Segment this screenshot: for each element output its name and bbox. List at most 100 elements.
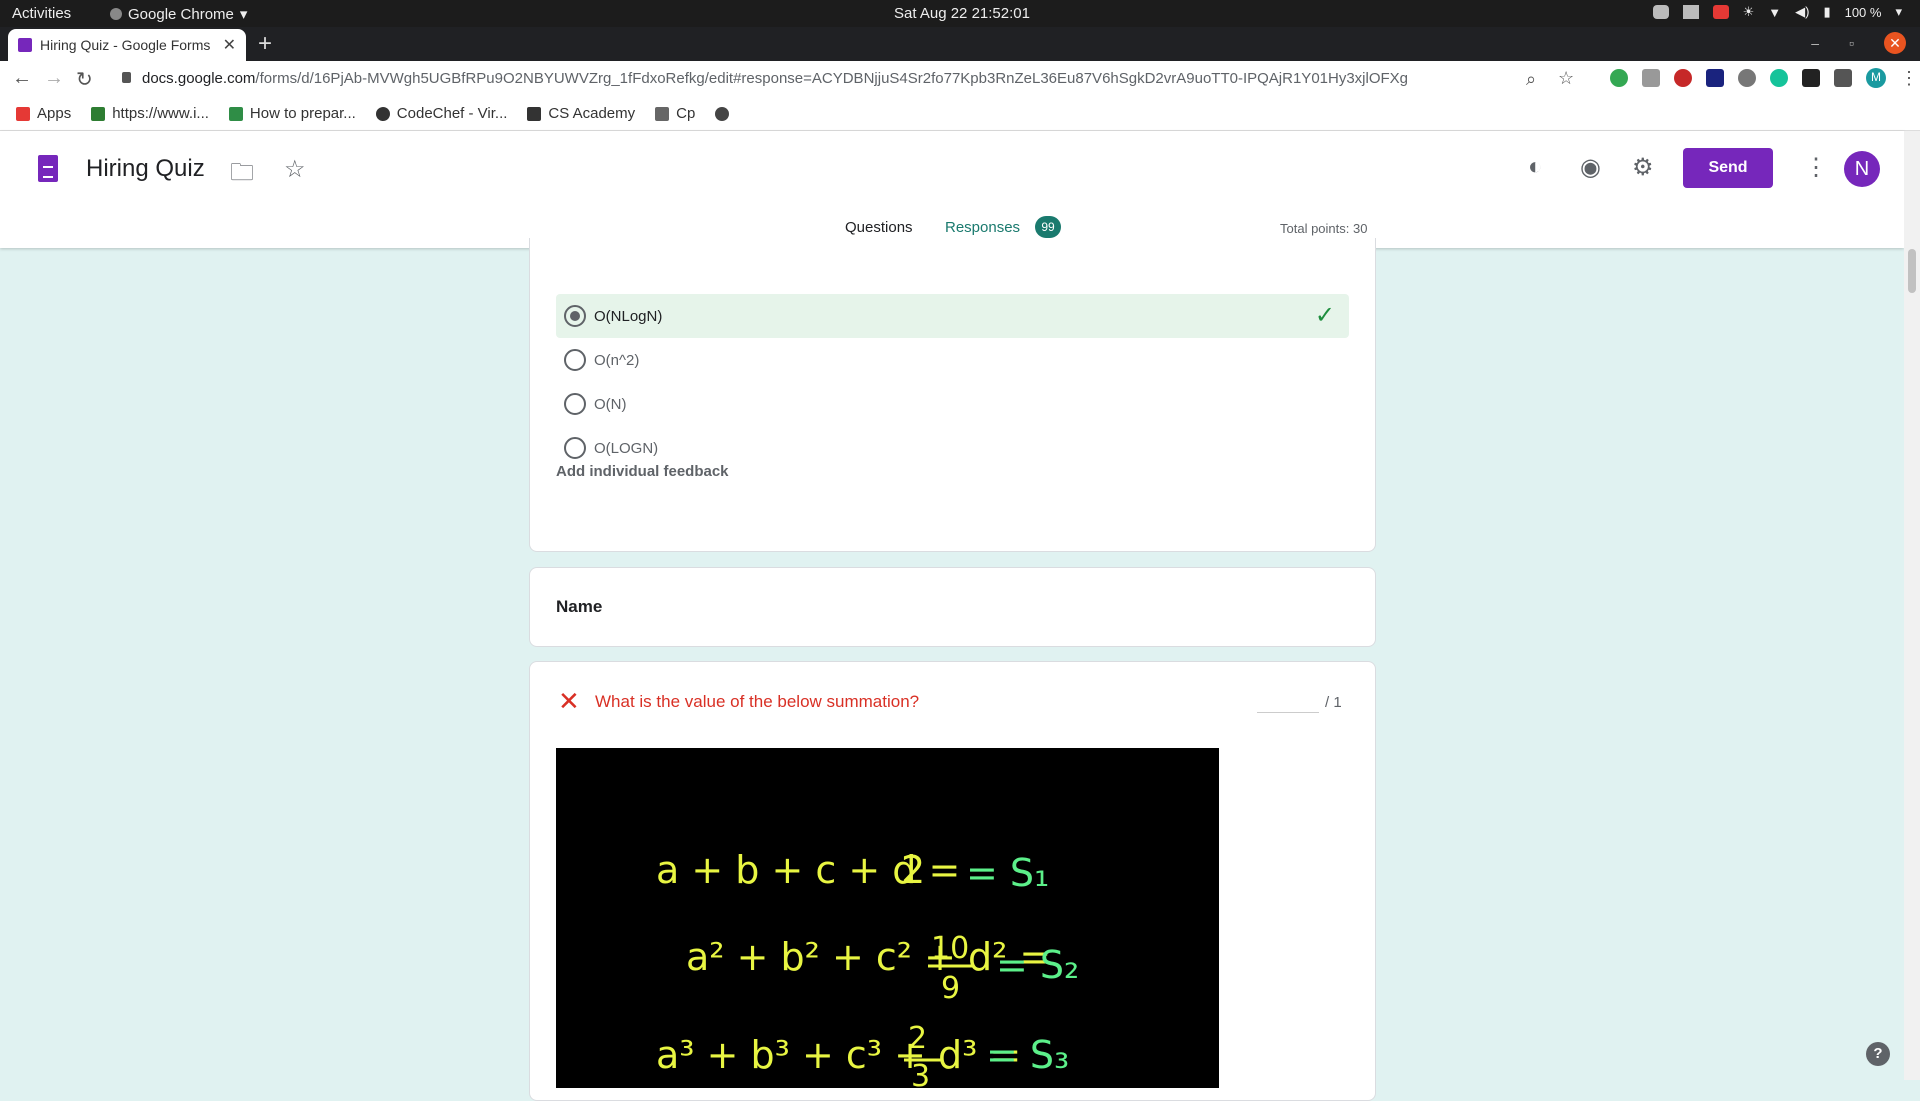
help-icon[interactable]: ?: [1866, 1042, 1890, 1066]
bookmark-globe[interactable]: [715, 106, 730, 121]
folder-icon: [655, 106, 670, 121]
tab-responses[interactable]: Responses: [945, 219, 1020, 236]
restore-icon[interactable]: ▫: [1849, 35, 1854, 51]
palette-icon[interactable]: ◐: [1528, 153, 1543, 181]
bookmark-label: How to prepar...: [249, 105, 356, 122]
bookmark-label: CS Academy: [548, 105, 636, 122]
equation-line-3-lhs: a³ + b³ + c³ + d³ =: [656, 1033, 1021, 1077]
settings-gear-icon[interactable]: ⚙: [1632, 153, 1654, 182]
zoom-icon[interactable]: ⌕: [1526, 69, 1536, 90]
bookmark-apps[interactable]: Apps: [16, 105, 71, 122]
extension-gray-icon[interactable]: [1642, 69, 1660, 87]
bookmark-cp-folder[interactable]: Cp: [655, 105, 695, 122]
window-controls: – ▫ ✕: [1811, 32, 1906, 54]
system-top-bar: Activities Google Chrome ▾ Sat Aug 22 21…: [0, 0, 1920, 27]
question-card-complexity: O(NLogN) ✓ O(n^2) O(N) O(LOGN) Add indiv…: [529, 238, 1376, 552]
url-path: /forms/d/16PjAb-MVWgh5UGBfRPu9O2NBYUWVZr…: [255, 70, 1409, 87]
globe-icon: [715, 106, 730, 121]
system-tray[interactable]: ☀ ▼ ◀) ▮ 100 % ▾: [1652, 4, 1902, 20]
clock[interactable]: Sat Aug 22 21:52:01: [894, 5, 1030, 22]
option-label: O(LOGN): [594, 439, 659, 457]
browser-toolbar: ← → ↻ docs.google.com/forms/d/16PjAb-MVW…: [0, 61, 1920, 97]
app-menu[interactable]: Google Chrome ▾: [110, 5, 247, 23]
bookmark-csacademy[interactable]: CS Academy: [527, 105, 635, 122]
preview-eye-icon[interactable]: ◉: [1580, 153, 1601, 182]
incorrect-x-icon: ✕: [558, 686, 580, 716]
checkmark-icon: ✓: [1314, 302, 1335, 329]
volume-icon: ◀): [1795, 4, 1810, 19]
extension-green-icon[interactable]: [1610, 69, 1628, 87]
new-tab-button[interactable]: +: [258, 30, 272, 58]
extension-check-icon[interactable]: [1738, 69, 1756, 87]
option[interactable]: O(n^2): [556, 338, 1349, 382]
radio-unselected[interactable]: [564, 393, 586, 415]
puzzle-icon[interactable]: [1834, 69, 1852, 87]
minimize-icon[interactable]: –: [1811, 35, 1819, 51]
tab-strip: Hiring Quiz - Google Forms ✕ + – ▫ ✕: [0, 27, 1920, 61]
equation-line-2-den: 9: [941, 971, 960, 1006]
kebab-menu-icon[interactable]: ⋮: [1900, 69, 1918, 87]
csacademy-icon: [527, 106, 542, 121]
reload-icon[interactable]: ↻: [76, 67, 93, 92]
close-tab-icon[interactable]: ✕: [223, 35, 236, 55]
equation-line-3-den: 3: [911, 1059, 930, 1088]
radio-unselected[interactable]: [564, 437, 586, 459]
notification-icon: [1712, 5, 1729, 19]
bookmark-label: https://www.i...: [112, 105, 209, 122]
extension-dark-icon[interactable]: [1802, 69, 1820, 87]
caret-down-icon: ▾: [239, 6, 248, 23]
scrollbar-thumb[interactable]: [1908, 249, 1916, 293]
form-title[interactable]: Hiring Quiz: [86, 155, 205, 183]
folder-icon[interactable]: 🗀: [230, 155, 254, 196]
bookmark-star-icon[interactable]: ☆: [1558, 68, 1574, 89]
google-forms-icon[interactable]: [38, 155, 58, 182]
bookmark-codechef[interactable]: CodeChef - Vir...: [375, 105, 507, 122]
chrome-icon: [110, 8, 122, 20]
bookmark-geeks[interactable]: How to prepar...: [228, 105, 356, 122]
radio-selected[interactable]: [564, 305, 586, 327]
activities-button[interactable]: Activities: [12, 5, 71, 22]
star-icon[interactable]: ☆: [284, 155, 306, 184]
question-card-summation: ✕ What is the value of the below summati…: [529, 661, 1376, 1101]
add-feedback-link[interactable]: Add individual feedback: [556, 463, 729, 480]
battery-level: 100 %: [1844, 4, 1882, 20]
tab-questions[interactable]: Questions: [845, 219, 913, 236]
option[interactable]: O(N): [556, 382, 1349, 426]
browser-tab[interactable]: Hiring Quiz - Google Forms ✕: [8, 29, 246, 61]
apps-grid-icon: [16, 106, 30, 121]
back-arrow-icon[interactable]: ←: [12, 67, 32, 90]
extension-red-icon[interactable]: [1674, 69, 1692, 87]
close-window-icon[interactable]: ✕: [1884, 32, 1906, 54]
bookmark-label: Cp: [676, 105, 696, 122]
radio-unselected[interactable]: [564, 349, 586, 371]
option-correct[interactable]: O(NLogN) ✓: [556, 294, 1349, 338]
form-header: Hiring Quiz 🗀 ☆ ◐ ◉ ⚙ Send ⋮ N Questions…: [0, 131, 1904, 248]
brightness-icon: ☀: [1742, 4, 1755, 19]
forward-arrow-icon[interactable]: →: [44, 67, 64, 90]
bookmarks-bar: Apps https://www.i... How to prepar... C…: [0, 97, 1920, 131]
name-card: Name: [529, 567, 1376, 647]
option-label: O(N): [594, 395, 627, 413]
send-button[interactable]: Send: [1683, 148, 1773, 188]
points-input[interactable]: [1257, 712, 1319, 713]
total-points: Total points: 30: [1280, 221, 1368, 236]
grammarly-icon[interactable]: [1770, 69, 1788, 87]
equation-line-2-num: 10: [931, 931, 969, 966]
equation-line-3-num: 2: [908, 1021, 927, 1056]
profile-avatar[interactable]: M: [1866, 68, 1886, 88]
responses-count-badge: 99: [1035, 216, 1061, 238]
option-label: O(NLogN): [594, 307, 663, 325]
address-bar[interactable]: docs.google.com/forms/d/16PjAb-MVWgh5UGB…: [142, 70, 1408, 87]
lock-icon[interactable]: [122, 72, 131, 83]
site-favicon-icon: [91, 106, 106, 121]
more-options-icon[interactable]: ⋮: [1804, 153, 1828, 182]
bookmark-site[interactable]: https://www.i...: [91, 105, 209, 122]
extension-font-icon[interactable]: [1706, 69, 1724, 87]
points-total: / 1: [1325, 694, 1342, 711]
equation-s1-label: = S₁: [966, 851, 1049, 895]
account-avatar[interactable]: N: [1844, 151, 1880, 187]
wifi-icon: ▼: [1768, 4, 1782, 20]
tab-title: Hiring Quiz - Google Forms: [40, 37, 211, 53]
name-label: Name: [556, 597, 603, 616]
page-scrollbar[interactable]: [1904, 131, 1920, 1080]
